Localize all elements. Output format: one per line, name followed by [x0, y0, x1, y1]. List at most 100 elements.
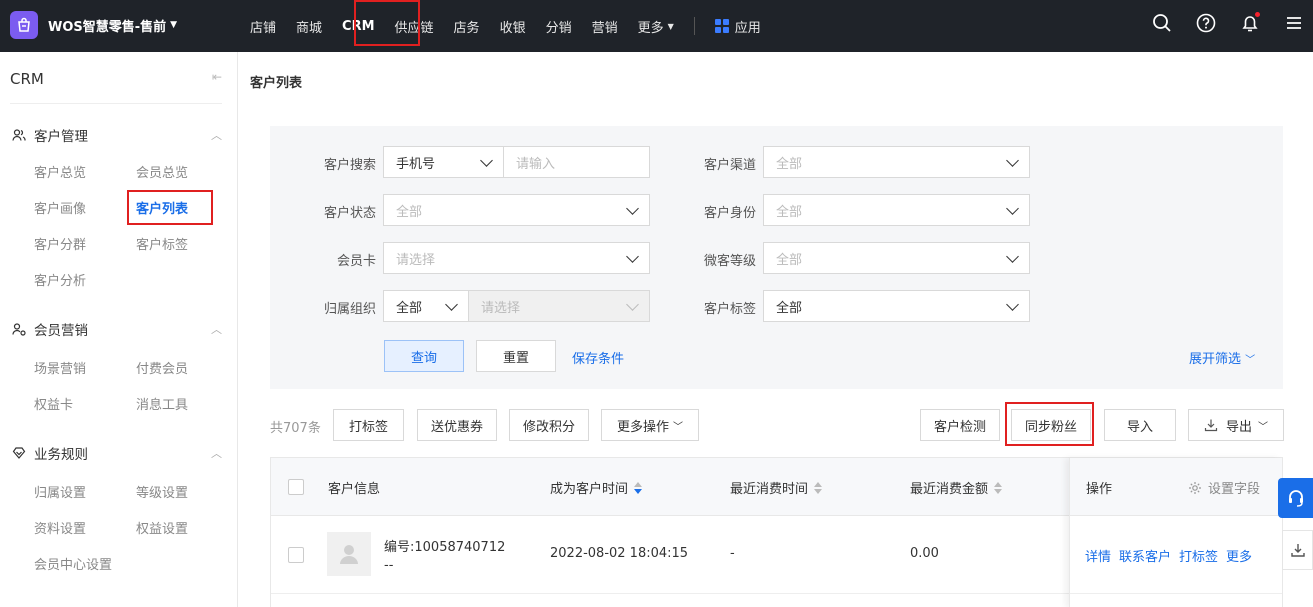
- chevron-down-icon: ﹀: [1245, 355, 1256, 366]
- select-all-checkbox[interactable]: [288, 479, 304, 495]
- chevron-up-icon: ︿: [211, 129, 222, 142]
- sidebar-group-member-marketing: 会员营销 ︿: [12, 318, 222, 340]
- col-last-purchase-time[interactable]: 最近消费时间: [730, 478, 823, 497]
- tag-value: 全部: [776, 300, 803, 316]
- reset-button[interactable]: 重置: [476, 340, 556, 372]
- org-placeholder: 请选择: [481, 300, 521, 316]
- apps-grid-icon: [714, 19, 729, 33]
- operations-column: 操作 设置字段: [1069, 458, 1282, 607]
- detail-link[interactable]: 详情: [1085, 546, 1111, 565]
- sidebar-group-customer-management: 客户管理 ︿: [12, 124, 222, 146]
- col-last-amount-label: 最近消费金额: [910, 482, 989, 497]
- sidebar-item-customer-tags[interactable]: 客户标签: [136, 234, 188, 253]
- customer-service-button[interactable]: [1278, 478, 1313, 518]
- org-scope-select[interactable]: 全部: [383, 290, 469, 322]
- org-label: 归属组织: [323, 302, 376, 317]
- col-became-customer-time[interactable]: 成为客户时间: [550, 478, 643, 497]
- tag-link[interactable]: 打标签: [1179, 546, 1218, 565]
- sort-icon[interactable]: [634, 481, 643, 494]
- bell-icon[interactable]: [1239, 12, 1261, 34]
- chevron-down-icon: [480, 154, 493, 167]
- sidebar: CRM ⇤ 客户管理 ︿ 客户总览 会员总览 客户画像 客户列表 客户分群 客户…: [0, 52, 238, 607]
- nav-item-mall[interactable]: 商城: [286, 0, 332, 52]
- save-conditions-link[interactable]: 保存条件: [572, 348, 624, 367]
- sidebar-item-member-overview[interactable]: 会员总览: [136, 162, 188, 181]
- contact-customer-link[interactable]: 联系客户: [1119, 546, 1171, 565]
- sort-icon[interactable]: [994, 481, 1003, 494]
- menu-icon[interactable]: [1283, 12, 1305, 34]
- sidebar-item-message-tool[interactable]: 消息工具: [136, 394, 188, 413]
- avatar: [327, 532, 371, 576]
- chevron-up-icon: ︿: [211, 323, 222, 336]
- sidebar-item-customer-portrait[interactable]: 客户画像: [34, 198, 86, 217]
- sidebar-group-head[interactable]: 业务规则 ︿: [12, 442, 222, 464]
- more-link[interactable]: 更多: [1226, 546, 1252, 565]
- search-type-select[interactable]: 手机号: [383, 146, 504, 178]
- customer-check-button[interactable]: 客户检测: [920, 409, 1000, 441]
- expand-filters-label: 展开筛选: [1189, 352, 1242, 367]
- sidebar-item-scene-marketing[interactable]: 场景营销: [34, 358, 86, 377]
- sort-icon[interactable]: [814, 481, 823, 494]
- expand-filters-link[interactable]: 展开筛选 ﹀: [1189, 348, 1255, 367]
- nav-item-store[interactable]: 店铺: [240, 0, 286, 52]
- row-checkbox[interactable]: [288, 547, 304, 563]
- nav-item-cashier[interactable]: 收银: [490, 0, 536, 52]
- channel-select[interactable]: 全部: [763, 146, 1030, 178]
- tag-button[interactable]: 打标签: [333, 409, 404, 441]
- chevron-down-icon: [626, 250, 639, 263]
- col-last-purchase-amount[interactable]: 最近消费金额: [910, 478, 1003, 497]
- nav-item-distribution[interactable]: 分销: [536, 0, 582, 52]
- sidebar-item-customer-list[interactable]: 客户列表: [136, 198, 188, 217]
- wk-level-value: 全部: [776, 252, 803, 268]
- col-customer-info: 客户信息: [328, 482, 381, 497]
- sidebar-item-customer-analysis[interactable]: 客户分析: [34, 270, 86, 289]
- sidebar-item-paid-member[interactable]: 付费会员: [136, 358, 188, 377]
- send-coupon-button[interactable]: 送优惠券: [417, 409, 497, 441]
- status-label: 客户状态: [323, 206, 376, 221]
- search-type-value: 手机号: [396, 156, 436, 172]
- export-button[interactable]: 导出 ﹀: [1188, 409, 1284, 441]
- sidebar-item-benefit-settings[interactable]: 权益设置: [136, 518, 188, 537]
- tag-select[interactable]: 全部: [763, 290, 1030, 322]
- nav-item-more[interactable]: 更多 ▼: [628, 0, 684, 52]
- brand-switcher[interactable]: WOS智慧零售-售前 ▼: [10, 10, 177, 40]
- sidebar-item-member-center-settings[interactable]: 会员中心设置: [34, 554, 112, 573]
- nav-item-marketing[interactable]: 营销: [582, 0, 628, 52]
- download-center-button[interactable]: [1282, 530, 1313, 570]
- last-purchase-time: -: [730, 546, 735, 561]
- download-icon: [1204, 419, 1218, 432]
- nav-item-apps[interactable]: 应用: [705, 0, 771, 52]
- sidebar-group-head[interactable]: 会员营销 ︿: [12, 318, 222, 340]
- sync-fans-button[interactable]: 同步粉丝: [1011, 409, 1091, 441]
- nav-item-supply-chain[interactable]: 供应链: [385, 0, 444, 52]
- notification-dot: [1255, 12, 1260, 17]
- help-icon[interactable]: [1195, 12, 1217, 34]
- nav-item-crm[interactable]: CRM: [332, 0, 385, 52]
- sidebar-item-ownership-settings[interactable]: 归属设置: [34, 482, 86, 501]
- sidebar-item-customer-overview[interactable]: 客户总览: [34, 162, 86, 181]
- search-icon[interactable]: [1151, 12, 1173, 34]
- sidebar-item-level-settings[interactable]: 等级设置: [136, 482, 188, 501]
- sidebar-item-benefit-card[interactable]: 权益卡: [34, 394, 73, 413]
- top-bar: WOS智慧零售-售前 ▼ 店铺 商城 CRM 供应链 店务 收银 分销 营销 更…: [0, 0, 1313, 52]
- field-settings-button[interactable]: 设置字段: [1188, 478, 1260, 497]
- sidebar-item-profile-settings[interactable]: 资料设置: [34, 518, 86, 537]
- member-card-select[interactable]: 请选择: [383, 242, 650, 274]
- last-purchase-amount: 0.00: [910, 546, 939, 561]
- collapse-sidebar-icon[interactable]: ⇤: [212, 70, 222, 103]
- more-actions-button[interactable]: 更多操作 ﹀: [601, 409, 699, 441]
- import-button[interactable]: 导入: [1104, 409, 1176, 441]
- customer-search-input[interactable]: 请输入: [503, 146, 650, 178]
- status-select[interactable]: 全部: [383, 194, 650, 226]
- nav-item-store-ops[interactable]: 店务: [444, 0, 490, 52]
- identity-select[interactable]: 全部: [763, 194, 1030, 226]
- sidebar-group-head[interactable]: 客户管理 ︿: [12, 124, 222, 146]
- col-operations: 操作: [1086, 482, 1113, 497]
- query-button[interactable]: 查询: [384, 340, 464, 372]
- org-select[interactable]: 请选择: [468, 290, 650, 322]
- customer-id[interactable]: 编号:10058740712: [384, 536, 505, 555]
- wk-level-select[interactable]: 全部: [763, 242, 1030, 274]
- caret-down-icon: ▼: [170, 20, 178, 30]
- sidebar-item-customer-segments[interactable]: 客户分群: [34, 234, 86, 253]
- edit-points-button[interactable]: 修改积分: [509, 409, 589, 441]
